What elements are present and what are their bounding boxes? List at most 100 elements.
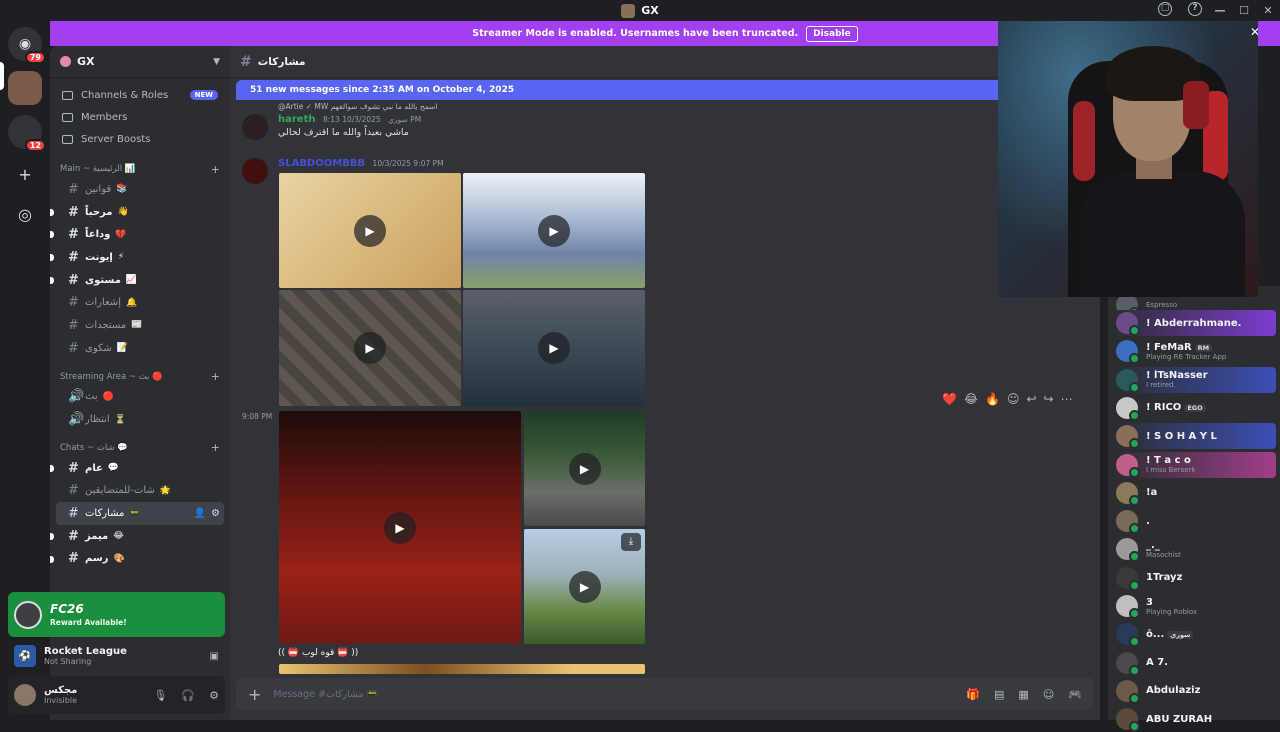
category-chats[interactable]: Chats ~ شات 💬 +	[56, 439, 224, 457]
message-author[interactable]: SLABDOOMBBB 10/3/2025 9:07 PM	[278, 158, 444, 169]
member-item[interactable]: ! RICO EGO	[1114, 395, 1276, 421]
category-streaming[interactable]: Streaming Area ~ بث 🔴 +	[56, 368, 224, 386]
channel-item[interactable]: # مستوى 📈	[50, 269, 224, 292]
member-item[interactable]: Abdulaziz	[1114, 678, 1276, 704]
message-author[interactable]: hareth سوري 10/3/2025 8:13 PM	[278, 114, 421, 125]
channel-item[interactable]: # إيونت ⚡	[50, 246, 224, 269]
member-item[interactable]: ! Abderrahmane.	[1114, 310, 1276, 336]
play-icon[interactable]: ▶	[354, 214, 386, 247]
member-item[interactable]: 3 Playing Roblox	[1114, 593, 1276, 619]
channel-item[interactable]: # إشعارات 🔔	[56, 291, 224, 314]
activity-panel[interactable]: ⚽ Rocket League Not Sharing ▣	[8, 640, 225, 672]
message-composer[interactable]: + Message #مشاركات 📟 🎁 ▤ ▦ ☺ 🎮	[236, 678, 1094, 710]
reaction-fire[interactable]: 🔥	[985, 392, 1000, 406]
microphone-icon[interactable]: 🎙	[153, 689, 167, 702]
gif-icon[interactable]: ▤	[994, 688, 1004, 701]
reaction-heart[interactable]: ❤️	[942, 392, 957, 406]
discover-icon[interactable]: ◎	[10, 199, 40, 229]
channel-item[interactable]: # مشاركات 📟 👤 ⚙	[56, 502, 224, 525]
sticker-icon[interactable]: ▦	[1018, 688, 1028, 701]
screen-share-icon[interactable]: ▣	[210, 651, 219, 662]
channel-item[interactable]: 🔊 بث 🔴	[56, 386, 224, 409]
close-window-icon[interactable]: ✕	[1256, 0, 1280, 21]
member-item[interactable]: ABU ZURAH	[1114, 706, 1276, 732]
settings-icon[interactable]: ⚙	[209, 689, 219, 702]
member-item[interactable]: ō... سوري	[1114, 621, 1276, 648]
gift-icon[interactable]: 🎁	[966, 688, 980, 701]
video-attachment[interactable]: ⤓ ▶	[524, 529, 645, 644]
member-item[interactable]: 1Trayz	[1114, 565, 1276, 591]
nav-members[interactable]: Members	[56, 106, 224, 128]
video-attachment[interactable]: ▶	[524, 411, 645, 526]
help-icon[interactable]: ?	[1188, 2, 1202, 16]
apps-icon[interactable]: 🎮	[1068, 688, 1082, 701]
add-channel-icon[interactable]: +	[211, 441, 220, 454]
channel-item[interactable]: # وداعاً 💔	[50, 223, 224, 246]
channel-item[interactable]: # شكوى 📝	[56, 337, 224, 360]
image-attachment[interactable]	[279, 664, 645, 674]
minimize-icon[interactable]: —	[1208, 0, 1232, 21]
maximize-icon[interactable]: ☐	[1232, 0, 1256, 21]
video-attachment[interactable]: ▶	[279, 290, 461, 406]
channel-item[interactable]: # مستجدات 📰	[56, 314, 224, 337]
close-icon[interactable]: ✕	[1250, 25, 1258, 39]
video-attachment[interactable]: ▶	[463, 173, 645, 288]
channel-item[interactable]: # شات-للمتضايقين 🌟	[56, 480, 224, 503]
category-main[interactable]: Main ~ الرئيسية 📊 +	[56, 160, 224, 178]
download-icon[interactable]: ⤓	[621, 533, 641, 551]
member-name: ! T a c o	[1146, 455, 1191, 466]
add-server-icon[interactable]: +	[10, 159, 40, 189]
avatar[interactable]	[242, 158, 268, 184]
member-item[interactable]: _._ Masochist	[1114, 536, 1276, 563]
reward-card[interactable]: FC26 Reward Available!	[8, 592, 225, 637]
video-attachment[interactable]: ▶	[279, 411, 521, 644]
add-channel-icon[interactable]: +	[211, 370, 220, 383]
avatar[interactable]	[14, 684, 36, 706]
member-item[interactable]: ! FeMaR RM Playing R6 Tracker App	[1114, 338, 1276, 365]
invite-icon[interactable]: 👤	[194, 508, 206, 519]
avatar[interactable]	[242, 114, 268, 140]
emoji-icon[interactable]: ☺	[1043, 688, 1054, 701]
play-icon[interactable]: ▶	[538, 332, 570, 364]
add-reaction-icon[interactable]: ☺	[1007, 392, 1020, 406]
nav-channels-roles[interactable]: Channels & Roles NEW	[56, 84, 224, 106]
member-item[interactable]: A 7.	[1114, 650, 1276, 676]
video-attachment[interactable]: ▶	[279, 173, 461, 288]
member-item[interactable]: ! T a c oI miss Berserk	[1114, 451, 1276, 478]
direct-messages-button[interactable]: ◉ 79	[8, 27, 46, 64]
server-folder[interactable]: 12	[8, 115, 46, 152]
channel-item[interactable]: # ميمز 😂	[50, 525, 224, 548]
channel-item[interactable]: 🔊 انتظار ⏳	[56, 408, 224, 431]
nav-server-boosts[interactable]: Server Boosts	[56, 128, 224, 150]
member-item[interactable]: !a	[1114, 480, 1276, 506]
headphones-icon[interactable]: 🎧	[181, 689, 195, 702]
server-header[interactable]: GX ▼	[50, 46, 230, 78]
play-icon[interactable]: ▶	[384, 511, 416, 544]
channel-item[interactable]: # قوانين 📚	[56, 178, 224, 201]
video-attachment[interactable]: ▶	[463, 290, 645, 406]
forward-icon[interactable]: ↪	[1044, 392, 1054, 406]
channel-settings-icon[interactable]: ⚙	[211, 508, 220, 519]
server-gx[interactable]	[8, 71, 42, 105]
add-channel-icon[interactable]: +	[211, 163, 220, 176]
reaction-laugh[interactable]: 😂	[964, 392, 978, 406]
member-item[interactable]: .	[1114, 508, 1276, 535]
message-input[interactable]: Message #مشاركات 📟	[273, 689, 378, 700]
attach-icon[interactable]: +	[248, 685, 261, 704]
play-icon[interactable]: ▶	[568, 570, 601, 603]
member-item[interactable]: ! S O H A Y L	[1114, 423, 1276, 450]
disable-streamer-button[interactable]: Disable	[806, 25, 858, 42]
channel-item[interactable]: # رسم 🎨	[50, 548, 224, 571]
reply-preview[interactable]: @Artie ✓ MW اسمح بالله ما نبي تشوف سوالف…	[278, 102, 437, 111]
play-icon[interactable]: ▶	[568, 452, 601, 485]
reply-text: @Artie ✓ MW اسمح بالله ما نبي تشوف سوالف…	[278, 102, 438, 111]
channel-item[interactable]: # عام 💬	[50, 457, 224, 480]
member-item[interactable]: ! lTsNasser I retired.	[1114, 366, 1276, 393]
reply-icon[interactable]: ↩	[1026, 392, 1036, 406]
channel-item[interactable]: # مرحباً 👋	[50, 201, 224, 224]
play-icon[interactable]: ▶	[538, 214, 570, 247]
new-messages-bar[interactable]: 51 new messages since 2:35 AM on October…	[236, 80, 1094, 100]
inbox-icon[interactable]: ▢	[1158, 2, 1172, 16]
play-icon[interactable]: ▶	[354, 332, 386, 364]
more-icon[interactable]: ⋯	[1061, 392, 1073, 406]
